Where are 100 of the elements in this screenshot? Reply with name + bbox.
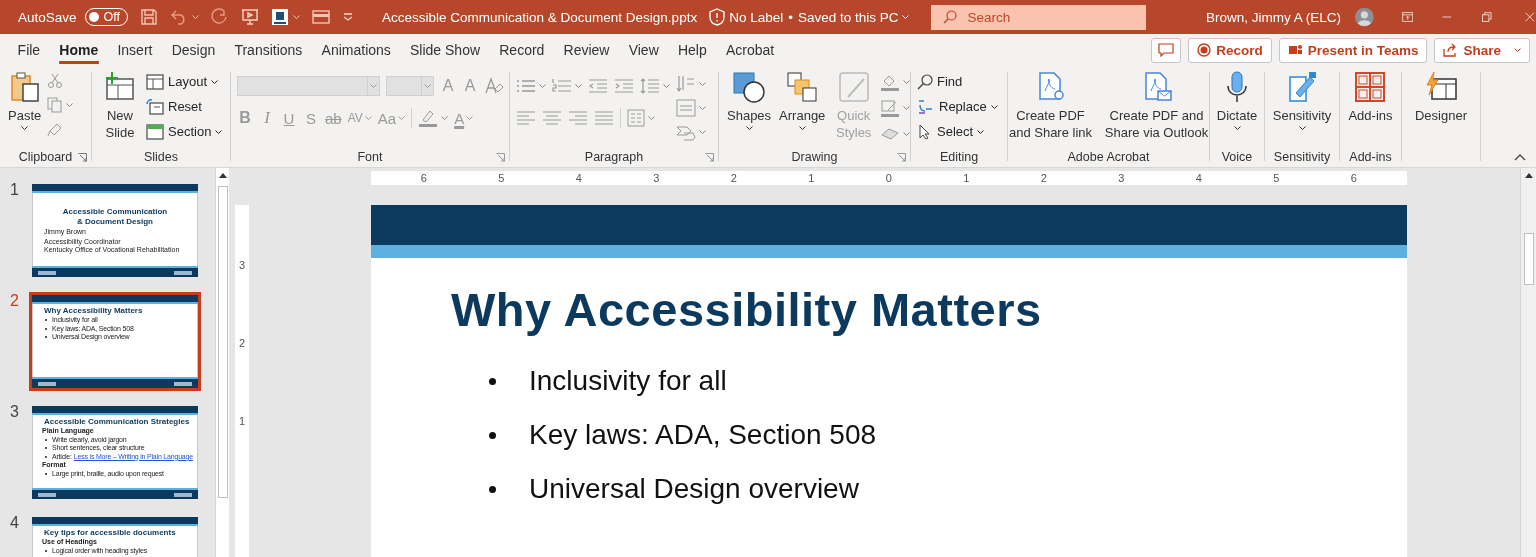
decrease-indent-icon[interactable]: [588, 78, 608, 94]
slide-number: 1: [9, 183, 20, 197]
text-box-icon[interactable]: [271, 8, 289, 26]
paste-button[interactable]: Paste: [6, 71, 44, 130]
ruler-number: 4: [1194, 171, 1203, 185]
align-left-icon[interactable]: [516, 110, 536, 126]
create-pdf-share-outlook-button[interactable]: Create PDF and Share via Outlook: [1100, 71, 1213, 141]
customize-caret-icon[interactable]: [342, 12, 354, 22]
teams-icon: [1287, 43, 1303, 57]
ruler-number: 3: [1117, 171, 1126, 185]
text-direction-icon[interactable]: [676, 75, 696, 93]
new-slide-button[interactable]: New Slide: [98, 71, 142, 141]
columns-icon[interactable]: [627, 109, 645, 127]
menu-tab[interactable]: Record: [489, 34, 554, 66]
undo-icon[interactable]: [170, 9, 188, 25]
copy-icon[interactable]: [47, 97, 64, 113]
align-right-icon[interactable]: [568, 110, 588, 126]
menu-tab[interactable]: Help: [668, 34, 717, 66]
layout-button[interactable]: Layout: [146, 71, 223, 92]
caret-icon: [441, 116, 449, 120]
logo-placeholder: [38, 270, 56, 275]
caret-icon: [648, 116, 655, 120]
align-center-icon[interactable]: [542, 110, 562, 126]
replace-icon: [917, 98, 935, 115]
add-ins-button[interactable]: Add-ins: [1346, 71, 1395, 124]
scrollbar-thumb[interactable]: [1523, 233, 1534, 285]
shield-icon: [709, 8, 726, 26]
bullet-text[interactable]: Universal Design overview: [529, 473, 859, 505]
dictate-button[interactable]: Dictate: [1214, 71, 1260, 130]
scroll-up-icon[interactable]: [218, 172, 227, 178]
justify-icon[interactable]: [594, 110, 614, 126]
menu-tab[interactable]: Insert: [107, 34, 163, 66]
caret-icon: [364, 116, 372, 120]
ruler-number: 1: [962, 171, 971, 185]
section-button[interactable]: Section: [146, 121, 223, 142]
designer-button[interactable]: Designer: [1413, 71, 1469, 124]
shape-fill-icon[interactable]: [880, 73, 900, 91]
dialog-launcher-icon[interactable]: [78, 153, 87, 162]
ruler-number: 2: [1039, 171, 1048, 185]
select-button[interactable]: Select: [917, 121, 998, 142]
close-icon[interactable]: [1524, 10, 1536, 24]
menu-tab[interactable]: Acrobat: [716, 34, 784, 66]
clear-formatting-icon[interactable]: [484, 77, 504, 95]
slide-title[interactable]: Why Accessibility Matters: [371, 258, 1407, 338]
create-pdf-share-link-button[interactable]: Create PDF and Share link: [1004, 71, 1097, 141]
shapes-button[interactable]: Shapes: [725, 71, 774, 130]
comments-button[interactable]: [1151, 37, 1182, 63]
group-label: Clipboard: [18, 150, 73, 164]
menu-tab[interactable]: Design: [162, 34, 225, 66]
bullet-text[interactable]: Key laws: ADA, Section 508: [529, 419, 877, 451]
line-spacing-icon[interactable]: [640, 78, 660, 94]
save-status[interactable]: Saved to this PC: [797, 9, 899, 25]
menu-tab[interactable]: Home: [49, 34, 108, 66]
collapse-ribbon-icon[interactable]: [1514, 153, 1526, 161]
format-painter-icon[interactable]: [47, 121, 64, 137]
ribbon-display-icon[interactable]: [1401, 10, 1414, 24]
cut-icon[interactable]: [47, 73, 64, 89]
sensitivity-label[interactable]: No Label: [729, 9, 784, 25]
dialog-launcher-icon[interactable]: [897, 153, 906, 162]
numbering-icon[interactable]: [552, 78, 572, 94]
restore-icon[interactable]: [1480, 10, 1493, 24]
form-icon[interactable]: [312, 9, 330, 25]
menu-tab[interactable]: Review: [554, 34, 620, 66]
record-button[interactable]: Record: [1188, 37, 1272, 63]
bullets-icon[interactable]: [516, 78, 536, 94]
presentation-icon[interactable]: [241, 8, 259, 26]
find-button[interactable]: Find: [917, 71, 998, 92]
reset-button[interactable]: Reset: [146, 96, 223, 117]
slide-thumbnail[interactable]: [29, 403, 201, 502]
save-icon[interactable]: [140, 8, 158, 26]
menu-tab[interactable]: File: [8, 34, 50, 66]
group-label: Drawing: [791, 150, 838, 164]
menu-tab[interactable]: Transitions: [224, 34, 312, 66]
thumbnail-scrollbar[interactable]: [215, 168, 229, 557]
sensitivity-button[interactable]: Sensitivity: [1270, 71, 1334, 130]
scrollbar-thumb[interactable]: [217, 186, 228, 498]
align-text-icon[interactable]: [676, 99, 696, 117]
share-button[interactable]: Share: [1434, 37, 1530, 63]
dialog-launcher-icon[interactable]: [496, 153, 505, 162]
group-label: Voice: [1221, 150, 1253, 164]
group-label: Sensitivity: [1273, 150, 1331, 164]
bullet-text[interactable]: Inclusivity for all: [529, 365, 727, 397]
smartart-icon[interactable]: [676, 123, 696, 141]
redo-icon[interactable]: [211, 8, 229, 26]
arrange-button[interactable]: Arrange: [777, 71, 828, 130]
search-field[interactable]: Search: [931, 4, 1147, 30]
scroll-up-icon[interactable]: [1524, 172, 1533, 178]
group-label: Font: [357, 150, 383, 164]
menu-tab[interactable]: Slide Show: [400, 34, 490, 66]
slide-scrollbar[interactable]: [1520, 168, 1536, 557]
menu-tab[interactable]: View: [619, 34, 669, 66]
bullet-icon: [489, 431, 496, 439]
replace-button[interactable]: Replace: [917, 96, 998, 117]
shape-outline-icon[interactable]: [880, 99, 900, 117]
dialog-launcher-icon[interactable]: [705, 153, 714, 162]
increase-indent-icon[interactable]: [614, 78, 634, 94]
present-in-teams-button[interactable]: Present in Teams: [1278, 37, 1428, 63]
user-name[interactable]: Brown, Jimmy A (ELC): [1206, 9, 1342, 25]
highlighter-icon[interactable]: [418, 109, 439, 127]
menu-tab[interactable]: Animations: [311, 34, 401, 66]
